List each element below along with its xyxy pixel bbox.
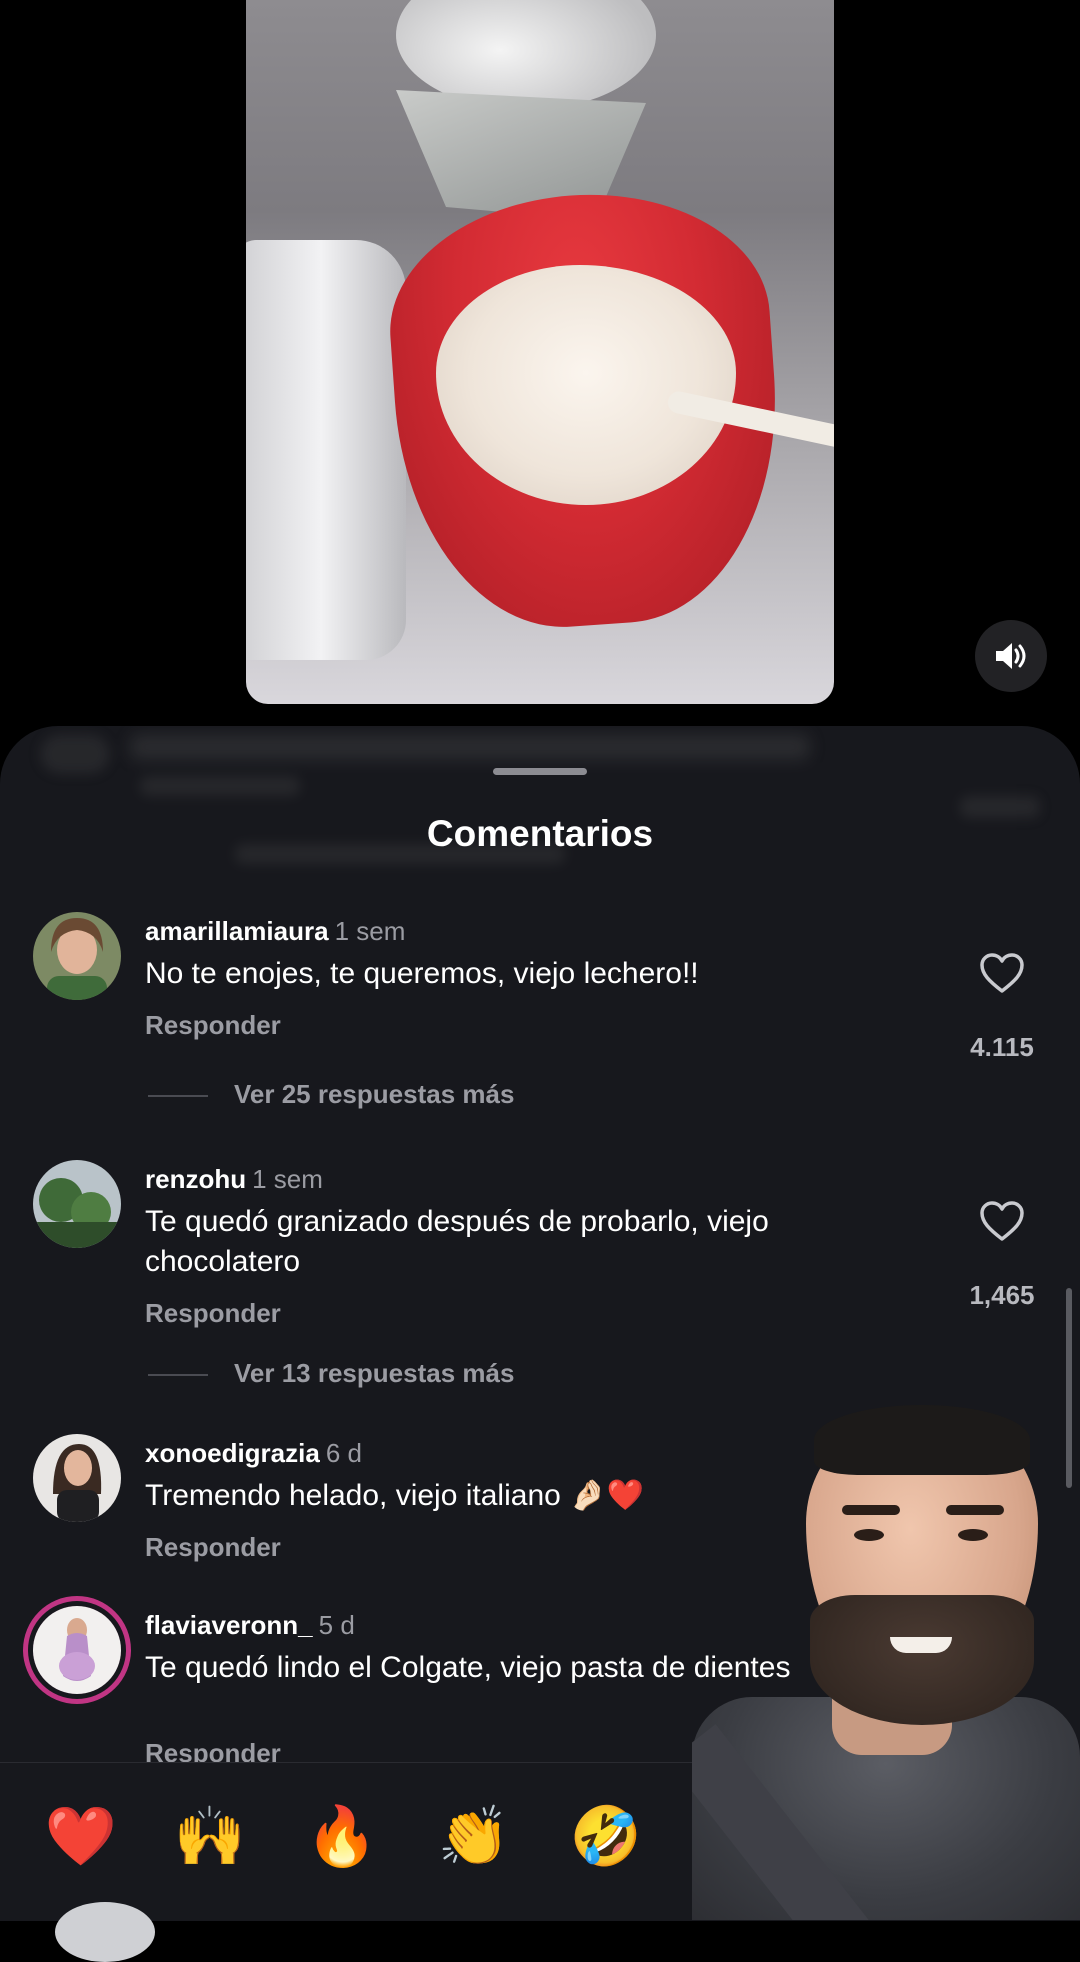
comment-time: 6 d [325,1438,362,1468]
heart-icon [980,1201,1024,1241]
like-button[interactable] [970,952,1034,999]
emoji-heart-button[interactable]: ❤️ [43,1799,119,1875]
comment-header: renzohu 1 sem [145,1164,323,1195]
like-button[interactable] [970,1200,1034,1247]
view-more-replies[interactable]: Ver 13 respuestas más [148,1358,514,1389]
reply-button[interactable]: Responder [145,1532,281,1563]
composer-avatar [55,1902,155,1962]
pip-brow-left [842,1505,900,1515]
avatar[interactable] [33,1160,121,1248]
comment-text: Te quedó granizado después de probarlo, … [145,1205,769,1278]
video-cup-shape [246,240,406,660]
comment-header: flaviaveronn_ 5 d [145,1610,355,1641]
comment-username[interactable]: xonoedigrazia [145,1438,320,1468]
video-player[interactable] [246,0,834,704]
pip-hair [814,1405,1030,1475]
pip-beard [810,1595,1034,1725]
avatar[interactable] [33,912,121,1000]
comment-header: xonoedigrazia 6 d [145,1438,362,1469]
avatar-photo [33,1606,121,1694]
emoji-rofl-button[interactable]: 🤣 [568,1799,644,1875]
comment-username[interactable]: flaviaveronn_ [145,1610,313,1640]
avatar[interactable] [33,1434,121,1522]
replies-divider [148,1095,208,1098]
heart-icon [980,953,1024,993]
emoji-raised-hands-button[interactable]: 🙌 [172,1799,248,1875]
comment-time: 5 d [318,1610,355,1640]
replies-divider [148,1374,208,1377]
pip-eye-left [854,1529,884,1541]
emoji-clap-button[interactable]: 👏 [436,1799,512,1875]
sheet-grabber[interactable] [493,768,587,775]
pip-camera-overlay [692,1405,1080,1920]
comment-time: 1 sem [252,1164,323,1194]
comment-time: 1 sem [334,916,406,946]
view-more-replies-label: Ver 25 respuestas más [234,1079,515,1109]
view-more-replies[interactable]: Ver 25 respuestas más [148,1079,514,1110]
like-count: 4.115 [970,1032,1034,1062]
avatar-photo [33,912,121,1000]
reply-button[interactable]: Responder [145,1010,281,1041]
sheet-title: Comentarios [426,813,654,854]
pip-mouth [890,1637,952,1653]
volume-button[interactable] [975,620,1047,692]
comment-username[interactable]: renzohu [145,1164,246,1194]
avatar-photo [33,1160,121,1248]
reply-button[interactable]: Responder [145,1298,281,1329]
comment-username[interactable]: amarillamiaura [145,916,329,946]
view-more-replies-label: Ver 13 respuestas más [234,1358,515,1388]
like-count: 1,465 [969,1280,1035,1310]
emoji-fire-button[interactable]: 🔥 [304,1799,380,1875]
pip-eye-right [958,1529,988,1541]
avatar[interactable] [33,1606,121,1694]
comment-text: No te enojes, te queremos, viejo lechero… [145,957,699,990]
volume-icon [996,643,1026,669]
comment-header: amarillamiaura 1 sem [145,916,405,947]
avatar-photo [33,1434,121,1522]
pip-brow-right [946,1505,1004,1515]
